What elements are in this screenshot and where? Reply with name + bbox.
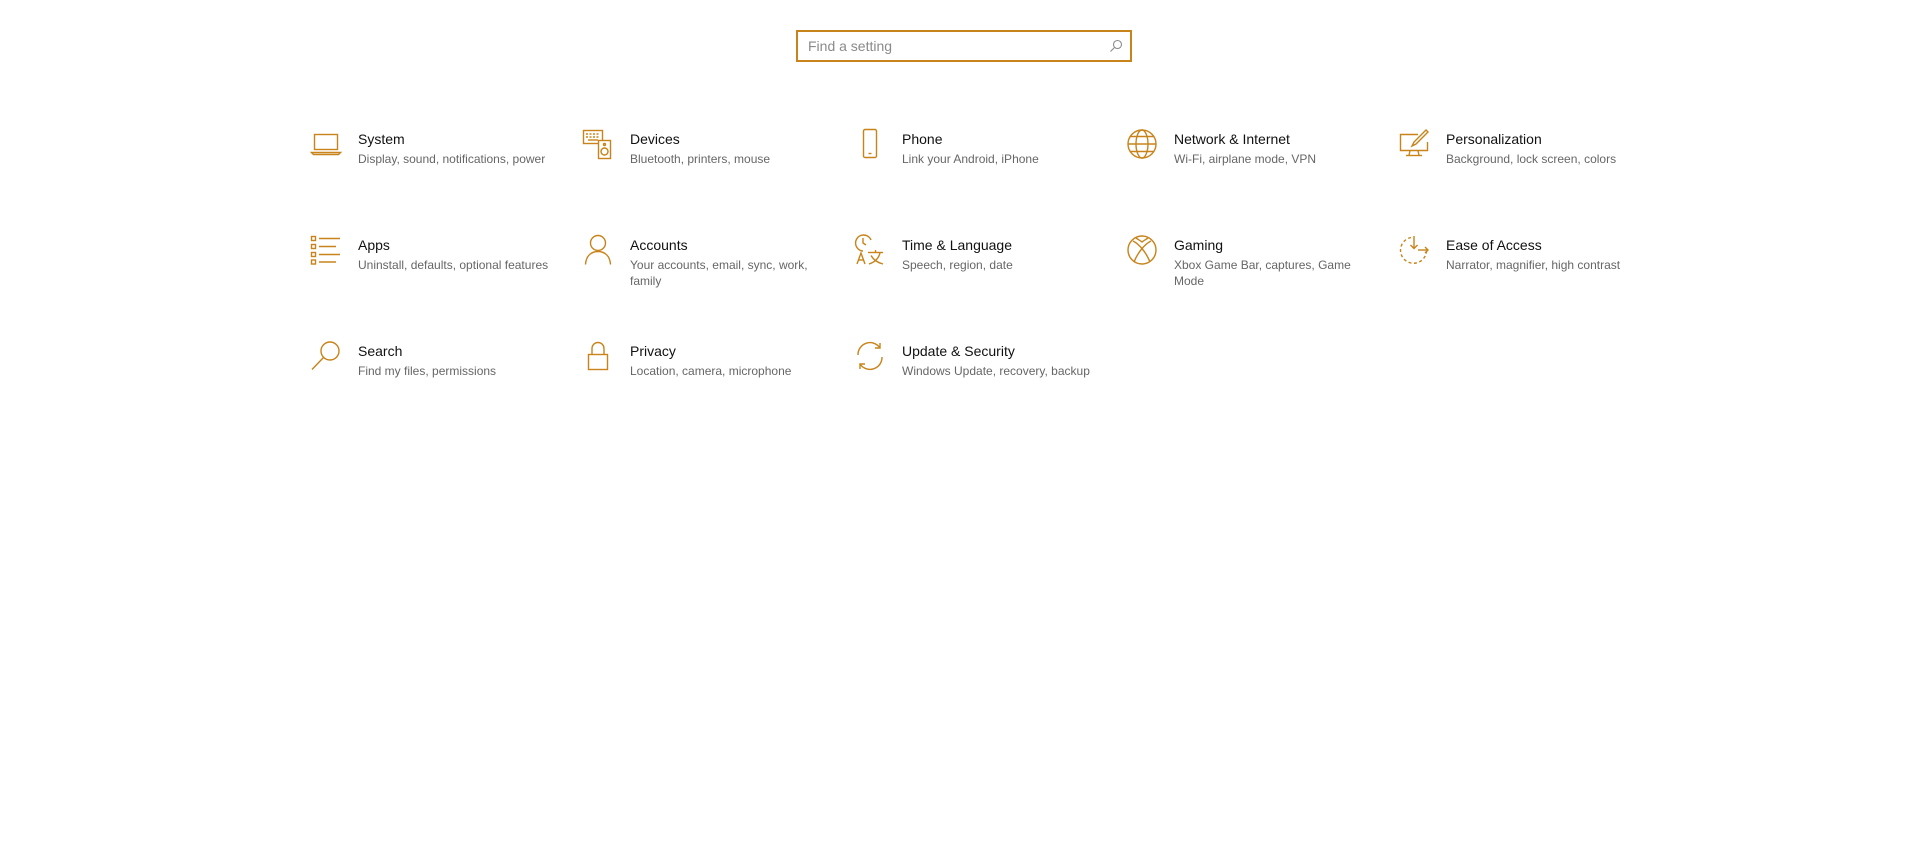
tile-phone[interactable]: Phone Link your Android, iPhone [850,126,1122,232]
lock-icon [578,340,618,380]
search-input[interactable] [798,33,1102,59]
tile-update-security[interactable]: Update & Security Windows Update, recove… [850,338,1122,444]
tile-devices[interactable]: Devices Bluetooth, printers, mouse [578,126,850,232]
devices-icon [578,128,618,168]
settings-grid: System Display, sound, notifications, po… [306,126,1666,444]
tile-network-internet[interactable]: Network & Internet Wi-Fi, airplane mode,… [1122,126,1394,232]
tile-description: Display, sound, notifications, power [358,152,546,166]
ease-of-access-icon [1394,234,1434,274]
tile-privacy[interactable]: Privacy Location, camera, microphone [578,338,850,444]
tile-title: Ease of Access [1446,237,1542,253]
tile-description: Location, camera, microphone [630,364,792,378]
tile-time-language[interactable]: Time & Language Speech, region, date [850,232,1122,338]
tile-description: Windows Update, recovery, backup [902,364,1090,378]
tile-system[interactable]: System Display, sound, notifications, po… [306,126,578,232]
tile-title: Search [358,343,403,359]
tile-apps[interactable]: Apps Uninstall, defaults, optional featu… [306,232,578,338]
tile-description: Uninstall, defaults, optional features [358,258,549,272]
tile-gaming[interactable]: Gaming Xbox Game Bar, captures, Game Mod… [1122,232,1394,338]
tile-description: Your accounts, email, sync, work, family [630,258,808,288]
tile-title: Phone [902,131,943,147]
tile-accounts[interactable]: Accounts Your accounts, email, sync, wor… [578,232,850,338]
tile-title: Devices [630,131,680,147]
sync-icon [850,340,890,380]
tile-personalization[interactable]: Personalization Background, lock screen,… [1394,126,1666,232]
tile-title: Gaming [1174,237,1224,253]
tile-ease-of-access[interactable]: Ease of Access Narrator, magnifier, high… [1394,232,1666,338]
tile-title: Update & Security [902,343,1015,359]
person-icon [578,234,618,274]
tile-title: Network & Internet [1174,131,1290,147]
laptop-icon [306,128,346,168]
tile-title: System [358,131,405,147]
tile-title: Apps [358,237,390,253]
search-button[interactable] [1102,32,1130,60]
globe-icon [1122,128,1162,168]
tile-title: Personalization [1446,131,1542,147]
tile-title: Accounts [630,237,688,253]
tile-description: Bluetooth, printers, mouse [630,152,771,166]
apps-list-icon [306,234,346,274]
xbox-icon [1122,234,1162,274]
time-language-icon [850,234,890,274]
tile-description: Narrator, magnifier, high contrast [1446,258,1621,272]
tile-description: Speech, region, date [902,258,1013,272]
phone-icon [850,128,890,168]
magnifier-icon [1109,39,1123,53]
search-icon [306,340,346,380]
search-box[interactable] [796,30,1132,62]
tile-description: Link your Android, iPhone [902,152,1039,166]
settings-home: System Display, sound, notifications, po… [0,0,1912,857]
personalization-icon [1394,128,1434,168]
tile-description: Xbox Game Bar, captures, Game Mode [1174,258,1351,288]
tile-search[interactable]: Search Find my files, permissions [306,338,578,444]
tile-title: Privacy [630,343,676,359]
tile-description: Background, lock screen, colors [1446,152,1617,166]
tile-title: Time & Language [902,237,1012,253]
tile-description: Wi-Fi, airplane mode, VPN [1174,152,1317,166]
tile-description: Find my files, permissions [358,364,497,378]
